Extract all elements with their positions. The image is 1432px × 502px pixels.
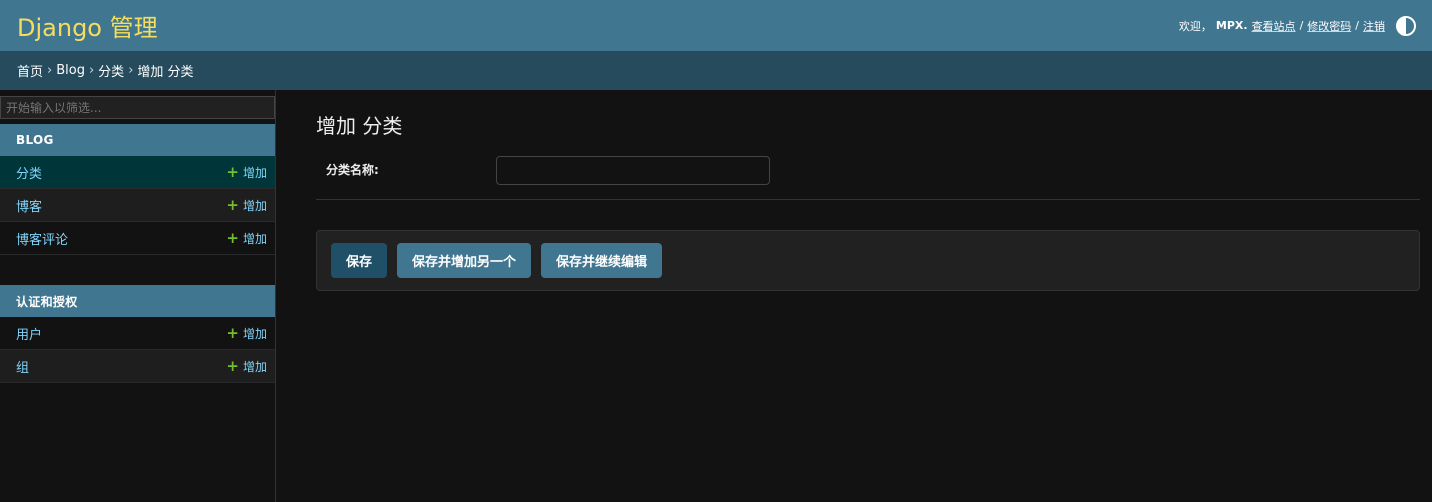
add-link[interactable]: + 增加 <box>226 358 267 375</box>
module-caption[interactable]: 认证和授权 <box>0 285 275 317</box>
change-password-link[interactable]: 修改密码 <box>1307 18 1351 34</box>
submit-row: 保存 保存并增加另一个 保存并继续编辑 <box>316 230 1420 291</box>
add-link[interactable]: + 增加 <box>226 230 267 247</box>
plus-icon: + <box>226 323 239 342</box>
breadcrumb-home[interactable]: 首页 <box>17 61 43 80</box>
app-module-auth: 认证和授权 用户 + 增加 组 + 增加 <box>0 285 275 383</box>
breadcrumb-model[interactable]: 分类 <box>98 61 124 80</box>
save-continue-button[interactable]: 保存并继续编辑 <box>541 243 663 278</box>
sidebar-item-category[interactable]: 分类 + 增加 <box>0 156 275 189</box>
username: MPX. <box>1215 19 1248 32</box>
separator: / <box>1355 19 1359 32</box>
add-label: 增加 <box>242 326 267 341</box>
save-button[interactable]: 保存 <box>331 243 388 278</box>
add-label: 增加 <box>242 231 267 246</box>
plus-icon: + <box>226 162 239 181</box>
logout-link[interactable]: 注销 <box>1363 18 1385 34</box>
save-add-another-button[interactable]: 保存并增加另一个 <box>397 243 532 278</box>
sidebar-item-blog-comments[interactable]: 博客评论 + 增加 <box>0 222 275 255</box>
breadcrumb-separator: › <box>47 63 53 78</box>
add-label: 增加 <box>242 198 267 213</box>
add-label: 增加 <box>242 359 267 374</box>
add-link[interactable]: + 增加 <box>226 164 267 181</box>
module-caption[interactable]: BLOG <box>0 124 275 156</box>
plus-icon: + <box>226 356 239 375</box>
sidebar: BLOG 分类 +增加 博客 +增加 博客评论 +增加 认证和授权 用户 +增加… <box>0 90 276 502</box>
user-tools: 欢迎， MPX. 查看站点 / 修改密码 / 注销 <box>1178 15 1416 36</box>
model-link[interactable]: 博客 <box>16 196 42 215</box>
breadcrumb: 首页 › Blog › 分类 › 增加 分类 <box>0 51 1432 90</box>
add-link[interactable]: + 增加 <box>226 325 267 342</box>
breadcrumb-current: 增加 分类 <box>137 65 194 80</box>
category-name-input[interactable] <box>496 156 770 185</box>
nav-filter-input[interactable] <box>0 96 275 119</box>
breadcrumb-separator: › <box>128 63 134 78</box>
plus-icon: + <box>226 195 239 214</box>
plus-icon: + <box>226 228 239 247</box>
breadcrumb-app[interactable]: Blog <box>56 63 85 78</box>
sidebar-item-users[interactable]: 用户 + 增加 <box>0 317 275 350</box>
form-row-category-name: 分类名称: <box>316 156 1420 200</box>
model-link[interactable]: 分类 <box>16 163 42 182</box>
model-link[interactable]: 组 <box>16 357 29 376</box>
header: Django 管理 欢迎， MPX. 查看站点 / 修改密码 / 注销 <box>0 0 1432 51</box>
theme-toggle-icon[interactable] <box>1396 15 1416 36</box>
add-link[interactable]: + 增加 <box>226 197 267 214</box>
welcome-text: 欢迎， <box>1178 19 1212 33</box>
page-title: 增加 分类 <box>316 114 403 138</box>
add-label: 增加 <box>242 165 267 180</box>
app-module-blog: BLOG 分类 + 增加 博客 + 增加 博客评论 + 增加 <box>0 124 275 255</box>
sidebar-item-groups[interactable]: 组 + 增加 <box>0 350 275 383</box>
model-link[interactable]: 用户 <box>16 324 42 343</box>
view-site-link[interactable]: 查看站点 <box>1252 18 1296 34</box>
model-link[interactable]: 博客评论 <box>16 229 68 248</box>
field-label: 分类名称: <box>326 163 379 177</box>
site-name[interactable]: Django 管理 <box>17 8 158 43</box>
separator: / <box>1299 19 1304 32</box>
sidebar-item-blog[interactable]: 博客 + 增加 <box>0 189 275 222</box>
breadcrumb-separator: › <box>88 63 95 78</box>
main-content: 增加 分类 分类名称: 保存 保存并增加另一个 保存并继续编辑 <box>316 90 1420 291</box>
